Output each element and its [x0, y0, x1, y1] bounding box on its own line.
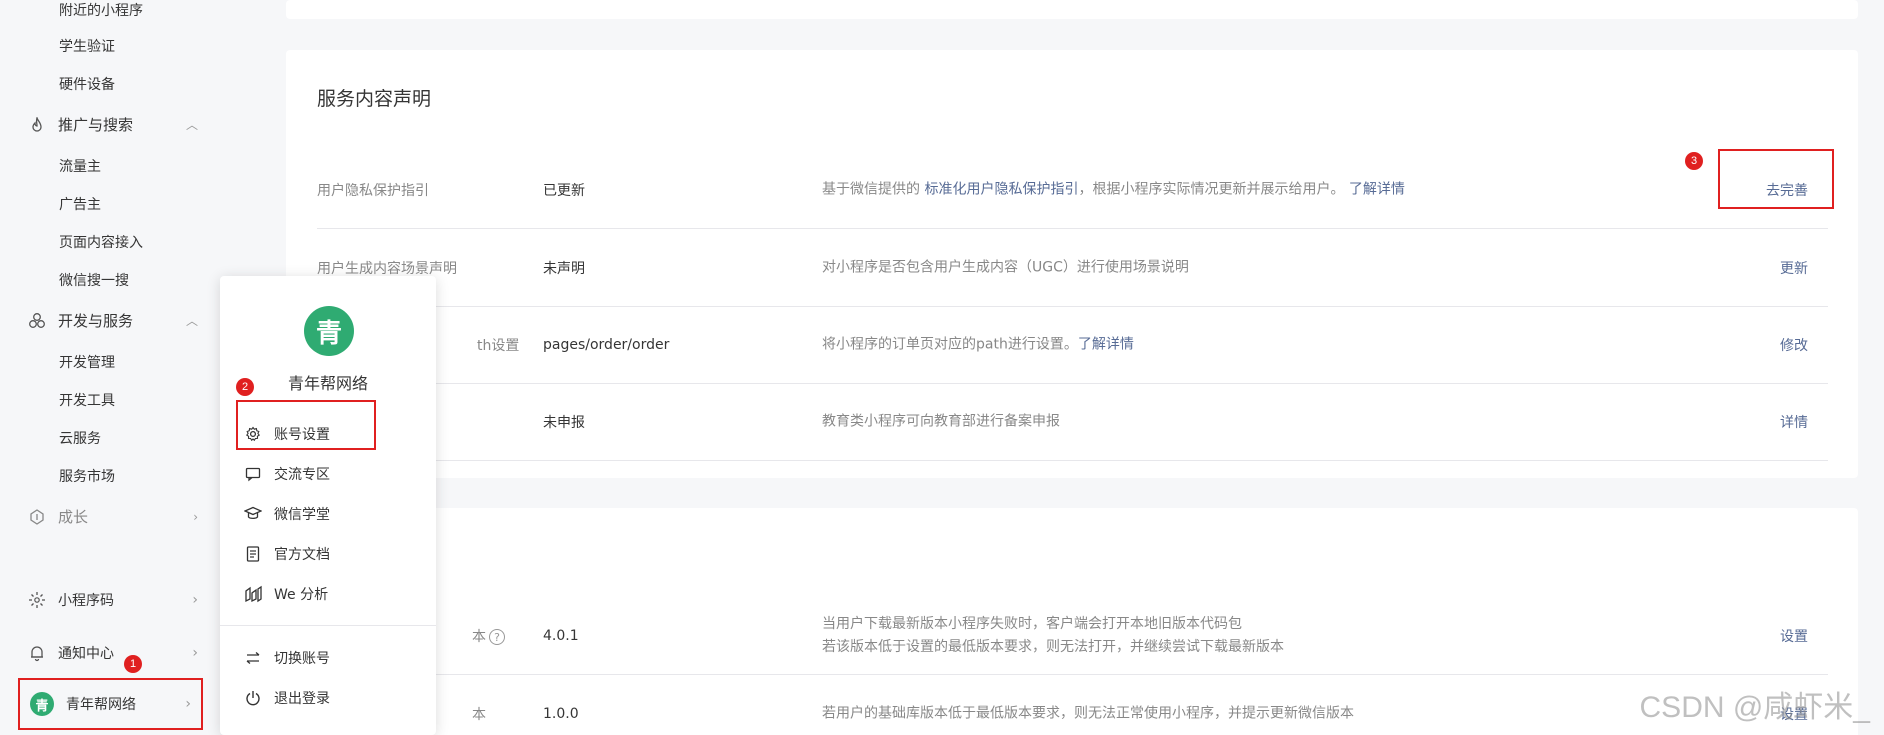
- sidebar-group-dev[interactable]: 开发与服务 ︿: [28, 310, 198, 331]
- sidebar-item-nearby[interactable]: 附近的小程序: [59, 0, 143, 20]
- card-top-fragment: [286, 0, 1858, 19]
- watermark: CSDN @咸虾米_: [1639, 691, 1870, 724]
- privacy-guide-link[interactable]: 标准化用户隐私保护指引: [924, 182, 1078, 198]
- learn-more-link[interactable]: 了解详情: [1078, 337, 1134, 353]
- row-desc: 若用户的基础库版本低于最低版本要求，则无法正常使用小程序，并提示更新微信版本: [822, 705, 1354, 721]
- chevron-right-icon: ›: [192, 592, 198, 608]
- update-button[interactable]: 更新: [1780, 258, 1808, 278]
- table-row: 用户生成内容场景声明 未声明 对小程序是否包含用户生成内容（UGC）进行使用场景…: [317, 230, 1828, 307]
- sidebar-group-label: 成长: [58, 508, 89, 526]
- sidebar-item-label: 通知中心: [58, 646, 114, 662]
- chevron-right-icon: ›: [192, 645, 198, 661]
- help-icon[interactable]: ?: [489, 629, 505, 645]
- table-row: 用户隐私保护指引 已更新 基于微信提供的 标准化用户隐私保护指引，根据小程序实际…: [317, 152, 1828, 229]
- account-name: 青年帮网络: [66, 697, 136, 713]
- account-popover: 青 青年帮网络 账号设置 交流专区 微信学堂 官方文档 We 分析 切换账号 退…: [220, 276, 436, 735]
- modify-button[interactable]: 修改: [1780, 335, 1808, 355]
- sidebar: 附近的小程序 学生验证 硬件设备 推广与搜索 ︿ 流量主 广告主 页面内容接入 …: [0, 0, 230, 735]
- learn-more-link[interactable]: 了解详情: [1349, 182, 1405, 198]
- flame-icon: [28, 116, 46, 134]
- detail-button[interactable]: 详情: [1780, 412, 1808, 432]
- sidebar-item-market[interactable]: 服务市场: [59, 466, 115, 486]
- row-status: 未申报: [543, 415, 585, 431]
- chevron-right-icon: ›: [185, 696, 191, 712]
- sidebar-item-wechat-search[interactable]: 微信搜一搜: [59, 270, 129, 290]
- step-badge-2: 2: [236, 378, 254, 396]
- sidebar-item-hardware[interactable]: 硬件设备: [59, 74, 115, 94]
- dev-service-icon: [28, 312, 46, 330]
- row-desc: 当用户下载最新版本小程序失败时，客户端会打开本地旧版本代码包 若该版本低于设置的最…: [822, 616, 1284, 655]
- menu-item-docs[interactable]: 官方文档: [244, 544, 330, 564]
- avatar: 青: [30, 692, 54, 716]
- sidebar-item-student-verify[interactable]: 学生验证: [59, 36, 115, 56]
- row-status: 已更新: [543, 183, 585, 199]
- menu-item-label: 切换账号: [274, 651, 330, 667]
- step-badge-1: 1: [124, 655, 142, 673]
- sidebar-group-label: 推广与搜索: [58, 116, 134, 134]
- service-declaration-card: 服务内容声明 用户隐私保护指引 已更新 基于微信提供的 标准化用户隐私保护指引，…: [286, 50, 1858, 478]
- analytics-icon: [244, 585, 262, 603]
- row-label: 用户隐私保护指引: [317, 183, 429, 199]
- menu-divider: [220, 625, 436, 626]
- table-row: th设置 pages/order/order 将小程序的订单页对应的path进行…: [317, 307, 1828, 384]
- sidebar-item-page-content[interactable]: 页面内容接入: [59, 232, 143, 252]
- sidebar-item-traffic[interactable]: 流量主: [59, 156, 101, 176]
- sidebar-group-grow[interactable]: 成长 ›: [28, 506, 198, 527]
- row-label: 本?: [472, 626, 505, 646]
- chevron-up-icon: ︿: [185, 314, 198, 328]
- highlight-box: [1718, 149, 1834, 209]
- table-row: 本 1.0.0 若用户的基础库版本低于最低版本要求，则无法正常使用小程序，并提示…: [317, 675, 1828, 735]
- menu-item-switch-account[interactable]: 切换账号: [244, 648, 330, 668]
- menu-item-community[interactable]: 交流专区: [244, 464, 330, 484]
- row-desc: 对小程序是否包含用户生成内容（UGC）进行使用场景说明: [822, 259, 1189, 276]
- sidebar-item-dev-tools[interactable]: 开发工具: [59, 390, 115, 410]
- card-title: 服务内容声明: [317, 88, 432, 110]
- sidebar-item-label: 小程序码: [58, 593, 114, 609]
- sidebar-item-notify[interactable]: 通知中心 ›: [28, 643, 198, 663]
- avatar: 青: [304, 306, 354, 356]
- sidebar-account[interactable]: 青 青年帮网络 ›: [18, 678, 203, 730]
- menu-item-label: 退出登录: [274, 691, 330, 707]
- sidebar-item-dev-manage[interactable]: 开发管理: [59, 352, 115, 372]
- menu-item-logout[interactable]: 退出登录: [244, 688, 330, 708]
- row-label: th设置: [477, 338, 520, 354]
- sidebar-group-label: 开发与服务: [58, 312, 134, 330]
- row-status: pages/order/order: [543, 337, 670, 353]
- version-settings-card: 本? 4.0.1 当用户下载最新版本小程序失败时，客户端会打开本地旧版本代码包若…: [286, 508, 1858, 735]
- graduation-cap-icon: [244, 505, 262, 523]
- table-row: 本? 4.0.1 当用户下载最新版本小程序失败时，客户端会打开本地旧版本代码包若…: [317, 598, 1828, 675]
- menu-item-label: 官方文档: [274, 547, 330, 563]
- chevron-up-icon: ︿: [185, 118, 198, 132]
- highlight-box: [236, 400, 376, 450]
- row-desc: 将小程序的订单页对应的path进行设置。了解详情: [822, 336, 1134, 353]
- sidebar-item-advertiser[interactable]: 广告主: [59, 194, 101, 214]
- menu-item-label: 微信学堂: [274, 507, 330, 523]
- switch-icon: [244, 649, 262, 667]
- menu-item-academy[interactable]: 微信学堂: [244, 504, 330, 524]
- row-status: 1.0.0: [543, 705, 579, 722]
- power-icon: [244, 689, 262, 707]
- setting-button[interactable]: 设置: [1780, 626, 1808, 646]
- row-desc: 教育类小程序可向教育部进行备案申报: [822, 413, 1060, 430]
- document-icon: [244, 545, 262, 563]
- bell-icon: [28, 644, 46, 662]
- row-status: 未声明: [543, 261, 585, 277]
- sidebar-item-qrcode[interactable]: 小程序码 ›: [28, 590, 198, 610]
- qrcode-icon: [28, 591, 46, 609]
- growth-icon: [28, 508, 46, 526]
- step-badge-3: 3: [1685, 152, 1703, 170]
- chat-icon: [244, 465, 262, 483]
- sidebar-group-promote[interactable]: 推广与搜索 ︿: [28, 114, 198, 135]
- table-row: 未申报 教育类小程序可向教育部进行备案申报 详情: [317, 384, 1828, 461]
- menu-item-analytics[interactable]: We 分析: [244, 584, 328, 604]
- row-label: 用户生成内容场景声明: [317, 261, 457, 277]
- menu-item-label: 交流专区: [274, 467, 330, 483]
- row-desc: 基于微信提供的 标准化用户隐私保护指引，根据小程序实际情况更新并展示给用户。 了…: [822, 181, 1405, 198]
- chevron-right-icon: ›: [193, 509, 198, 524]
- row-label: 本: [472, 706, 486, 723]
- sidebar-item-cloud[interactable]: 云服务: [59, 428, 101, 448]
- menu-item-label: We 分析: [274, 587, 329, 603]
- row-status: 4.0.1: [543, 628, 579, 644]
